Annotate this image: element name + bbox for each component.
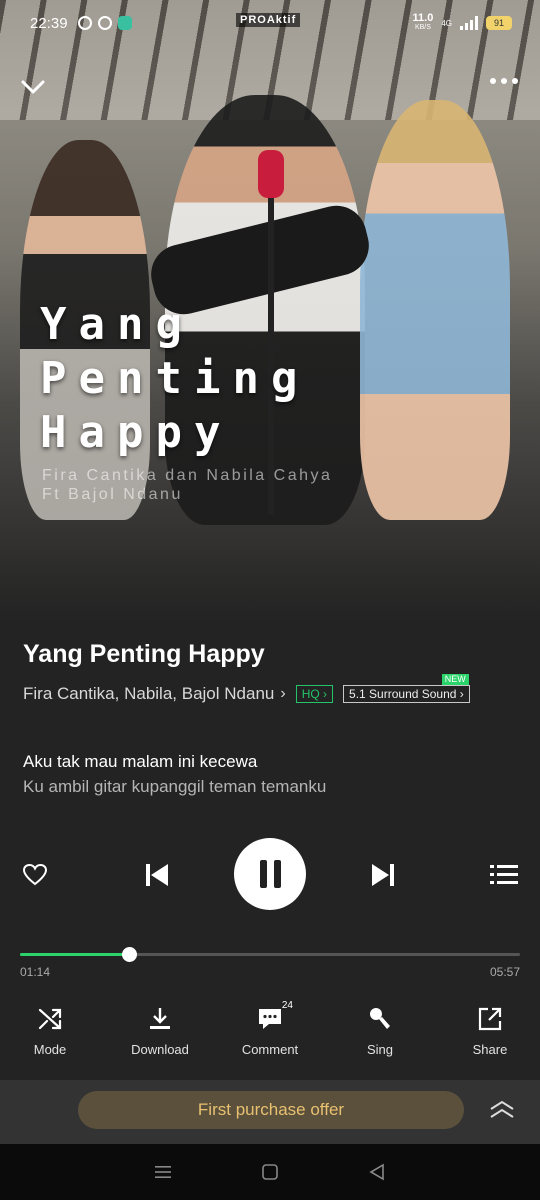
download-button[interactable]: Download <box>120 1006 200 1057</box>
action-row: Mode Download 24 Comment Sing Share <box>0 1000 540 1057</box>
cover-title-line: Penting <box>40 353 310 404</box>
action-label: Mode <box>33 1042 67 1057</box>
cover-mic <box>258 150 284 198</box>
comment-icon-wrap: 24 <box>257 1000 293 1032</box>
more-options-icon[interactable] <box>490 78 518 84</box>
battery-icon: 91 <box>486 16 512 30</box>
whatsapp-icon <box>77 16 92 30</box>
seek-bar[interactable] <box>20 947 520 962</box>
pause-bar <box>273 860 281 888</box>
cover-title-line: Happy <box>40 407 233 458</box>
notification-icons <box>77 16 132 30</box>
collapse-chevron-icon[interactable] <box>20 74 46 100</box>
hq-label: HQ <box>301 687 320 701</box>
playlist-queue-icon[interactable] <box>490 862 518 888</box>
expand-up-icon[interactable] <box>488 1098 516 1122</box>
lyric-current-line[interactable]: Aku tak mau malam ini kecewa <box>23 752 257 772</box>
network-speed: 11.0 KB/S <box>412 12 434 32</box>
network-speed-unit: KB/S <box>414 24 431 31</box>
song-meta-row: Fira Cantika, Nabila, Bajol Ndanu › HQ ›… <box>23 674 470 704</box>
chevron-right-icon: › <box>280 685 286 702</box>
system-nav-bar <box>0 1144 540 1200</box>
home-icon[interactable] <box>261 1163 279 1181</box>
action-label: Download <box>131 1042 189 1057</box>
microphone-icon <box>370 1008 390 1029</box>
new-badge: NEW <box>441 674 469 685</box>
previous-track-icon[interactable] <box>144 862 170 888</box>
album-cover: Yang Penting Happy Fira Cantika dan Nabi… <box>0 0 540 620</box>
sing-button[interactable]: Sing <box>340 1006 420 1057</box>
pause-button[interactable] <box>234 838 306 910</box>
favorite-heart-icon[interactable] <box>22 862 48 888</box>
surround-label: 5.1 Surround Sound <box>349 687 457 701</box>
cover-artist-line: Fira Cantika dan Nabila Cahya <box>42 467 333 484</box>
back-icon[interactable] <box>368 1163 386 1181</box>
offer-bar: First purchase offer <box>0 1080 540 1144</box>
mode-button[interactable]: Mode <box>10 1006 90 1057</box>
cover-artist-line: Ft Bajol Ndanu <box>42 486 183 503</box>
lyric-next-line[interactable]: Ku ambil gitar kupanggil teman temanku <box>23 777 326 797</box>
app-notification-icon <box>117 16 132 30</box>
download-icon <box>150 1008 170 1029</box>
status-right: 11.0 KB/S 4G 91 <box>412 12 512 32</box>
settings-notification-icon <box>97 16 112 30</box>
signal-icon <box>460 16 478 30</box>
action-label: Comment <box>241 1042 299 1057</box>
network-type: 4G <box>441 18 452 28</box>
next-track-icon[interactable] <box>370 862 396 888</box>
hq-quality-badge[interactable]: HQ › <box>295 685 334 703</box>
status-bar: 22:39 PROAktif 11.0 KB/S 4G 91 <box>0 0 540 46</box>
comment-count: 24 <box>281 1000 293 1011</box>
song-title: Yang Penting Happy <box>23 640 265 668</box>
artist-link[interactable]: Fira Cantika, Nabila, Bajol Ndanu <box>23 684 274 704</box>
pause-bar <box>259 860 267 888</box>
cover-artist: Fira Cantika dan Nabila Cahya Ft Bajol N… <box>42 466 332 504</box>
elapsed-time: 01:14 <box>20 965 51 979</box>
carrier-badge: PROAktif <box>236 13 301 27</box>
seek-bar-progress <box>20 953 129 956</box>
share-button[interactable]: Share <box>450 1006 530 1057</box>
action-label: Sing <box>366 1042 394 1057</box>
cover-person-right <box>360 100 510 520</box>
cover-title: Yang Penting Happy <box>40 298 309 460</box>
action-label: Share <box>472 1042 508 1057</box>
menu-icon[interactable] <box>154 1163 172 1181</box>
comment-button[interactable]: 24 Comment <box>230 1000 310 1057</box>
share-icon <box>478 1007 502 1031</box>
cover-title-line: Yang <box>40 299 194 350</box>
surround-sound-badge[interactable]: NEW 5.1 Surround Sound › <box>343 674 470 703</box>
first-purchase-offer-button[interactable]: First purchase offer <box>78 1091 464 1129</box>
seek-bar-handle[interactable] <box>121 947 137 962</box>
network-speed-value: 11.0 <box>412 12 434 24</box>
comment-icon <box>259 1009 281 1029</box>
total-time: 05:57 <box>489 965 520 979</box>
shuffle-icon <box>38 1008 62 1030</box>
status-time: 22:39 <box>30 14 68 32</box>
